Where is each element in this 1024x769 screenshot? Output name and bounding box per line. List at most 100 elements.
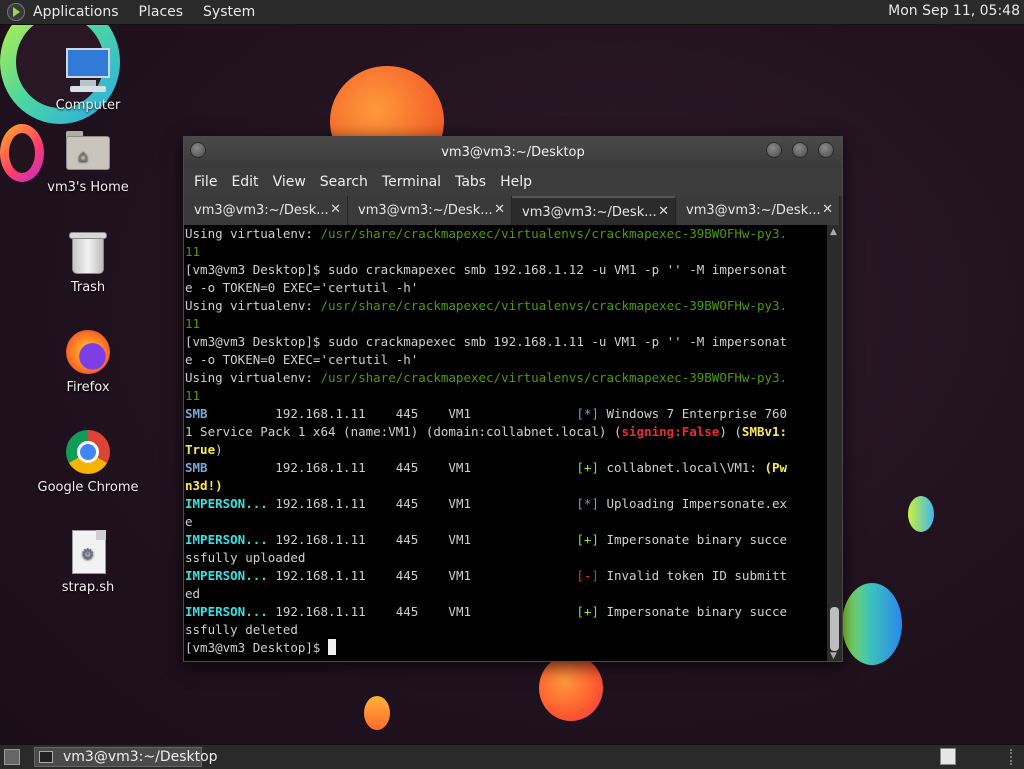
terminal-line: 11 [185, 243, 826, 261]
desktop-icon-home[interactable]: ⌂ vm3's Home [33, 128, 143, 195]
terminal-line: Using virtualenv: /usr/share/crackmapexe… [185, 225, 826, 243]
terminal-text: n3d!) [185, 478, 223, 493]
desktop-icon-label: vm3's Home [47, 180, 129, 195]
terminal-line: IMPERSON... 192.168.1.11 445 VM1 [+] Imp… [185, 603, 826, 621]
menu-file[interactable]: File [194, 174, 217, 190]
terminal-text: Windows 7 Enterprise 760 [598, 406, 788, 421]
tab-close-icon[interactable]: ✕ [822, 202, 833, 217]
terminal-text: signing:False [621, 424, 720, 439]
desktop-icon-label: strap.sh [61, 580, 115, 595]
menu-tabs[interactable]: Tabs [455, 174, 486, 190]
scrollbar-thumb[interactable] [830, 607, 839, 651]
terminal-text: 192.168.1.11 445 VM1 [267, 568, 577, 583]
minimize-button[interactable] [766, 142, 782, 158]
menu-system[interactable]: System [203, 4, 255, 20]
desktop-icon-chrome[interactable]: Google Chrome [33, 428, 143, 495]
terminal-text: IMPERSON... [185, 532, 268, 547]
terminal-scrollbar[interactable]: ▲ ▼ [827, 225, 842, 661]
desktop-icon-strap-sh[interactable]: ⚙ strap.sh [33, 528, 143, 595]
terminal-text: /usr/share/crackmapexec/virtualenvs/crac… [320, 226, 788, 241]
tab-label: vm3@vm3:~/Desk... [522, 205, 657, 220]
tab-close-icon[interactable]: ✕ [494, 202, 505, 217]
terminal-window[interactable]: vm3@vm3:~/Desktop File Edit View Search … [183, 136, 843, 662]
wallpaper-green-blob [908, 496, 934, 532]
terminal-text: collabnet.local\VM1: [598, 460, 765, 475]
terminal-line: IMPERSON... 192.168.1.11 445 VM1 [*] Upl… [185, 495, 826, 513]
home-folder-icon: ⌂ [64, 128, 112, 176]
workspace-switcher[interactable] [940, 748, 956, 765]
terminal-text: ) ( [719, 424, 742, 439]
terminal-text: ssfully uploaded [185, 550, 306, 565]
terminal-text: Impersonate binary succe [598, 532, 788, 547]
maximize-button[interactable] [792, 142, 808, 158]
desktop-icon-label: Firefox [66, 380, 110, 395]
menu-help[interactable]: Help [500, 174, 532, 190]
desktop-icon-firefox[interactable]: Firefox [33, 328, 143, 395]
scroll-up-icon[interactable]: ▲ [830, 227, 837, 237]
show-desktop-icon[interactable] [4, 749, 20, 765]
terminal-text: [*] [576, 496, 599, 511]
scroll-down-icon[interactable]: ▼ [830, 651, 837, 661]
menu-places[interactable]: Places [139, 4, 184, 20]
menu-search[interactable]: Search [320, 174, 368, 190]
clock[interactable]: Mon Sep 11, 05:48 [888, 3, 1020, 19]
computer-icon [64, 46, 112, 94]
terminal-cursor [328, 639, 336, 655]
terminal-text: SMB [185, 460, 208, 475]
desktop-icon-computer[interactable]: Computer [33, 46, 143, 113]
taskbar-item-terminal[interactable]: vm3@vm3:~/Desktop [34, 747, 218, 767]
terminal-text: SMBv1: [741, 424, 788, 439]
tab-close-icon[interactable]: ✕ [330, 202, 341, 217]
close-button[interactable] [818, 142, 834, 158]
terminal-output[interactable]: Using virtualenv: /usr/share/crackmapexe… [185, 225, 826, 661]
terminal-text: /usr/share/crackmapexec/virtualenvs/crac… [320, 298, 788, 313]
terminal-text: e -o TOKEN=0 EXEC='certutil -h' [185, 352, 419, 367]
terminal-text: ed [185, 586, 201, 601]
menu-terminal[interactable]: Terminal [382, 174, 441, 190]
terminal-tab-3[interactable]: vm3@vm3:~/Desk... ✕ [512, 196, 676, 225]
terminal-tab-4[interactable]: vm3@vm3:~/Desk... ✕ [676, 196, 840, 225]
terminal-line: 11 [185, 387, 826, 405]
terminal-line: n3d!) [185, 477, 826, 495]
menu-view[interactable]: View [273, 174, 306, 190]
desktop-icon-label: Google Chrome [37, 480, 139, 495]
terminal-text: ssfully deleted [185, 622, 298, 637]
terminal-tab-1[interactable]: vm3@vm3:~/Desk... ✕ [184, 196, 348, 225]
terminal-text: [+] [576, 532, 599, 547]
terminal-line: IMPERSON... 192.168.1.11 445 VM1 [+] Imp… [185, 531, 826, 549]
terminal-text: [+] [576, 604, 599, 619]
terminal-text: 192.168.1.11 445 VM1 [267, 532, 577, 547]
menu-applications[interactable]: Applications [33, 4, 119, 20]
terminal-tab-2[interactable]: vm3@vm3:~/Desk... ✕ [348, 196, 512, 225]
terminal-text: 11 [185, 388, 201, 403]
terminal-line: True) [185, 441, 826, 459]
terminal-icon [39, 751, 53, 763]
terminal-text: Invalid token ID submitt [598, 568, 788, 583]
top-panel: Applications Places System Mon Sep 11, 0… [0, 0, 1024, 25]
menu-edit[interactable]: Edit [231, 174, 258, 190]
terminal-line: IMPERSON... 192.168.1.11 445 VM1 [-] Inv… [185, 567, 826, 585]
terminal-text: True [185, 442, 216, 457]
wallpaper-orange-blob-bottom [539, 655, 603, 721]
window-title: vm3@vm3:~/Desktop [441, 145, 585, 160]
taskbar-item-label: vm3@vm3:~/Desktop [63, 749, 218, 765]
tab-label: vm3@vm3:~/Desk... [686, 203, 821, 218]
terminal-text: Using virtualenv: [185, 370, 321, 385]
terminal-line: [vm3@vm3 Desktop]$ [185, 639, 826, 657]
terminal-text: 11 [185, 316, 201, 331]
terminal-text: Using virtualenv: [185, 226, 321, 241]
terminal-text: [*] [576, 406, 599, 421]
window-titlebar[interactable]: vm3@vm3:~/Desktop [184, 137, 842, 168]
tab-close-icon[interactable]: ✕ [658, 204, 669, 219]
terminal-text: e [185, 514, 193, 529]
desktop-icon-trash[interactable]: Trash [33, 228, 143, 295]
terminal-menubar: File Edit View Search Terminal Tabs Help [184, 168, 842, 196]
terminal-text: [vm3@vm3 Desktop]$ [185, 640, 328, 655]
distro-logo-icon[interactable] [7, 3, 25, 21]
wallpaper-small-blob [364, 696, 390, 730]
terminal-line: e -o TOKEN=0 EXEC='certutil -h' [185, 351, 826, 369]
wallpaper-blue-blob [842, 583, 902, 665]
terminal-text: 1 Service Pack 1 x64 (name:VM1) (domain:… [185, 424, 622, 439]
terminal-text: (Pw [764, 460, 788, 475]
terminal-text: Impersonate binary succe [598, 604, 788, 619]
